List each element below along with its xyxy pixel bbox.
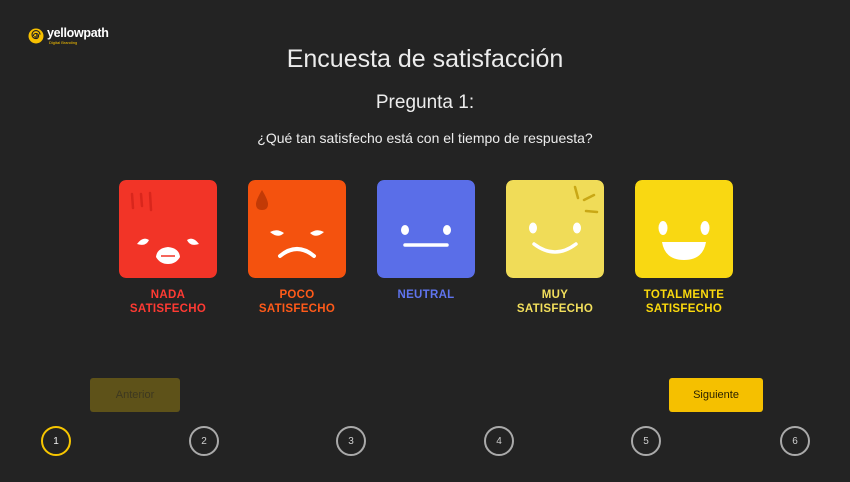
question-number: Pregunta 1:: [375, 92, 475, 113]
brand-tagline: Digital Branding: [49, 39, 78, 45]
question-text: ¿Qué tan satisfecho está con el tiempo d…: [257, 130, 593, 146]
sad-face-icon: [248, 180, 346, 278]
brand-name: yellowpath: [47, 26, 109, 40]
brand-logo: yellowpath Digital Branding: [28, 27, 109, 45]
spiral-logo-icon: [28, 28, 44, 44]
step-3-indicator[interactable]: 3: [336, 426, 366, 456]
step-1-indicator[interactable]: 1: [41, 426, 71, 456]
option-totalmente-satisfecho[interactable]: TOTALMENTE SATISFECHO: [635, 180, 733, 315]
next-button[interactable]: Siguiente: [669, 378, 763, 412]
step-6-indicator[interactable]: 6: [780, 426, 810, 456]
option-muy-satisfecho[interactable]: MUY SATISFECHO: [506, 180, 604, 315]
very-unhappy-face-icon: [119, 180, 217, 278]
survey-title: Encuesta de satisfacción: [286, 45, 564, 73]
step-5-indicator[interactable]: 5: [631, 426, 661, 456]
option-nada-satisfecho[interactable]: NADA SATISFECHO: [119, 180, 217, 315]
option-poco-satisfecho[interactable]: POCO SATISFECHO: [248, 180, 346, 315]
previous-button[interactable]: Anterior: [90, 378, 180, 412]
step-2-indicator[interactable]: 2: [189, 426, 219, 456]
very-happy-face-icon: [635, 180, 733, 278]
neutral-face-icon: [377, 180, 475, 278]
step-4-indicator[interactable]: 4: [484, 426, 514, 456]
happy-face-icon: [506, 180, 604, 278]
option-neutral[interactable]: NEUTRAL: [377, 180, 475, 301]
option-label: TOTALMENTE SATISFECHO: [643, 289, 725, 315]
